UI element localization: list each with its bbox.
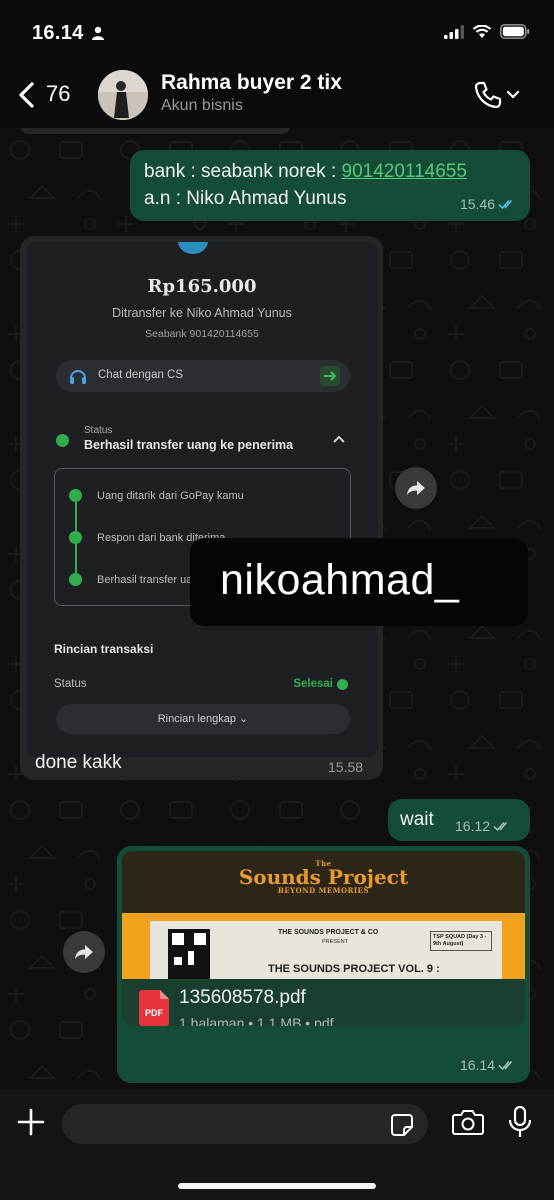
double-check-icon: [498, 1060, 513, 1071]
file-name: 135608578.pdf: [179, 987, 306, 1008]
call-button[interactable]: [473, 80, 520, 110]
outgoing-message-wait[interactable]: wait 16.12: [388, 799, 530, 841]
forward-icon: [407, 481, 425, 495]
rincian-lengkap-button: Rincian lengkap ⌄: [56, 704, 350, 734]
chat-cs-label: Chat dengan CS: [98, 369, 184, 381]
status-value: Berhasil transfer uang ke penerima: [84, 438, 294, 452]
status-time: 16.14: [32, 22, 84, 44]
message-time: 15.58: [328, 759, 364, 775]
document-preview: The Sounds Project BEYOND MEMORIES THE S…: [122, 851, 525, 979]
bank-text-prefix: bank : seabank norek :: [144, 161, 342, 182]
overlay-username: nikoahmad_: [220, 556, 460, 604]
battery-icon: [500, 24, 530, 39]
camera-icon[interactable]: [452, 1109, 484, 1135]
sticker-icon[interactable]: [390, 1113, 414, 1137]
phone-icon: [474, 81, 502, 109]
status-check-icon: [56, 434, 69, 447]
preview-title: The Sounds Project BEYOND MEMORIES: [122, 859, 525, 895]
ticket-present: PRESENT: [322, 939, 348, 945]
step-check-icon: [69, 489, 82, 502]
ticket-organizer: THE SOUNDS PROJECT & CO: [278, 929, 379, 936]
status-label: Status: [84, 425, 113, 436]
headset-icon: [70, 370, 86, 384]
rincian-button-label: Rincian lengkap: [157, 713, 236, 725]
account-number-link[interactable]: 901420114655: [342, 161, 467, 182]
step-check-icon: [69, 573, 82, 586]
home-indicator: [178, 1183, 376, 1189]
message-input-bar: [0, 1090, 554, 1200]
wifi-icon: [472, 24, 492, 38]
double-check-icon: [493, 821, 508, 832]
message-time: 15.46: [459, 196, 495, 212]
chat-cs-button: Chat dengan CS: [56, 360, 350, 392]
ticket-event: THE SOUNDS PROJECT VOL. 9 :: [268, 963, 440, 975]
chevron-left-icon[interactable]: [14, 80, 42, 110]
chat-header: 76 Rahma buyer 2 tix Akun bisnis: [0, 62, 554, 128]
chevron-up-icon: [333, 435, 345, 443]
step-item: Uang ditarik dari GoPay kamu: [97, 490, 244, 502]
document-card[interactable]: The Sounds Project BEYOND MEMORIES THE S…: [122, 851, 525, 1026]
pdf-label: PDF: [145, 1008, 164, 1018]
contact-subtitle: Akun bisnis: [161, 97, 243, 114]
wait-text: wait: [400, 809, 434, 830]
forward-button[interactable]: [395, 467, 437, 509]
transfer-receipt-image[interactable]: Rp165.000 Ditransfer ke Niko Ahmad Yunus…: [26, 242, 378, 757]
transfer-recipient: Ditransfer ke Niko Ahmad Yunus: [112, 306, 292, 320]
arrow-right-icon: [320, 366, 340, 386]
chat-area[interactable]: bank : seabank norek : 901420114655 a.n …: [0, 128, 554, 1090]
double-check-read-icon: [498, 199, 513, 210]
pdf-file-icon: PDF: [139, 990, 169, 1026]
previous-message-edge: [20, 128, 290, 134]
step-check-icon: [69, 531, 82, 544]
caption-done: done kakk: [35, 752, 122, 773]
rincian-status-label: Status: [54, 678, 87, 690]
file-info: 1 halaman • 1,1 MB • pdf: [179, 1015, 334, 1026]
contact-name[interactable]: Rahma buyer 2 tix: [161, 71, 342, 95]
qr-code: [168, 929, 210, 979]
signal-icon: [444, 24, 464, 39]
bank-text-line2: a.n : Niko Ahmad Yunus: [144, 188, 347, 209]
forward-icon: [75, 945, 93, 959]
outgoing-message-document[interactable]: The Sounds Project BEYOND MEMORIES THE S…: [117, 846, 530, 1083]
chevron-down-icon: [506, 90, 520, 99]
plus-icon[interactable]: [16, 1107, 46, 1137]
transfer-account: Seabank 901420114655: [145, 328, 259, 340]
rincian-status-value: Selesai: [293, 678, 348, 690]
status-bar: 16.14: [0, 0, 554, 62]
avatar[interactable]: [98, 70, 148, 120]
step-item: Berhasil transfer ua: [97, 574, 193, 586]
transfer-amount: Rp165.000: [147, 276, 257, 297]
check-circle-icon: [337, 678, 348, 690]
preview-subtitle: BEYOND MEMORIES: [277, 886, 370, 895]
message-time: 16.14: [459, 1057, 495, 1073]
ticket-badge: TSP SQUAD (Day 3 - 9th August): [430, 931, 492, 951]
selesai-text: Selesai: [293, 678, 333, 690]
forward-button[interactable]: [63, 931, 105, 973]
username-overlay: nikoahmad_: [190, 538, 528, 626]
outgoing-message-bank[interactable]: bank : seabank norek : 901420114655 a.n …: [130, 150, 530, 221]
message-input[interactable]: [62, 1104, 428, 1144]
app-logo-icon: [178, 242, 208, 254]
message-time: 16.12: [455, 818, 491, 834]
microphone-icon[interactable]: [508, 1105, 532, 1139]
rincian-title: Rincian transaksi: [54, 642, 154, 656]
person-icon: [92, 26, 104, 40]
unread-count[interactable]: 76: [46, 81, 70, 107]
